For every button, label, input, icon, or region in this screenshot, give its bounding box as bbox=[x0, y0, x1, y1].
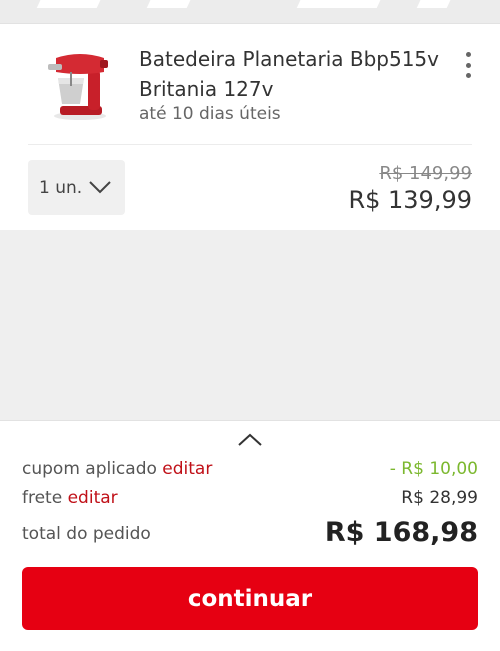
more-options-icon[interactable] bbox=[458, 52, 478, 78]
continue-button[interactable]: continuar bbox=[22, 567, 478, 630]
divider bbox=[28, 144, 472, 145]
product-name[interactable]: Batedeira Planetaria Bbp515v Britania 12… bbox=[139, 44, 439, 104]
shipping-edit-link[interactable]: editar bbox=[68, 488, 118, 508]
top-strip bbox=[0, 0, 500, 24]
original-price: R$ 149,99 bbox=[379, 163, 472, 184]
total-value: R$ 168,98 bbox=[324, 517, 478, 548]
order-summary: cupom aplicado editar - R$ 10,00 frete e… bbox=[0, 420, 500, 651]
shipping-label: frete bbox=[22, 488, 63, 508]
chevron-down-icon bbox=[89, 181, 111, 194]
coupon-label: cupom aplicado bbox=[22, 459, 157, 479]
current-price: R$ 139,99 bbox=[348, 186, 472, 214]
quantity-value: 1 un. bbox=[39, 177, 83, 198]
cart-item-card: Batedeira Planetaria Bbp515v Britania 12… bbox=[0, 24, 500, 230]
shipping-value: R$ 28,99 bbox=[401, 488, 478, 508]
product-image[interactable] bbox=[40, 42, 120, 122]
coupon-value: - R$ 10,00 bbox=[389, 459, 478, 479]
coupon-edit-link[interactable]: editar bbox=[162, 459, 212, 479]
shipping-row-label: frete editar bbox=[22, 488, 118, 508]
chevron-up-icon[interactable] bbox=[236, 430, 264, 450]
coupon-row-label: cupom aplicado editar bbox=[22, 459, 212, 479]
quantity-select[interactable]: 1 un. bbox=[28, 160, 125, 215]
total-label: total do pedido bbox=[22, 524, 151, 544]
delivery-estimate: até 10 dias úteis bbox=[139, 104, 281, 124]
